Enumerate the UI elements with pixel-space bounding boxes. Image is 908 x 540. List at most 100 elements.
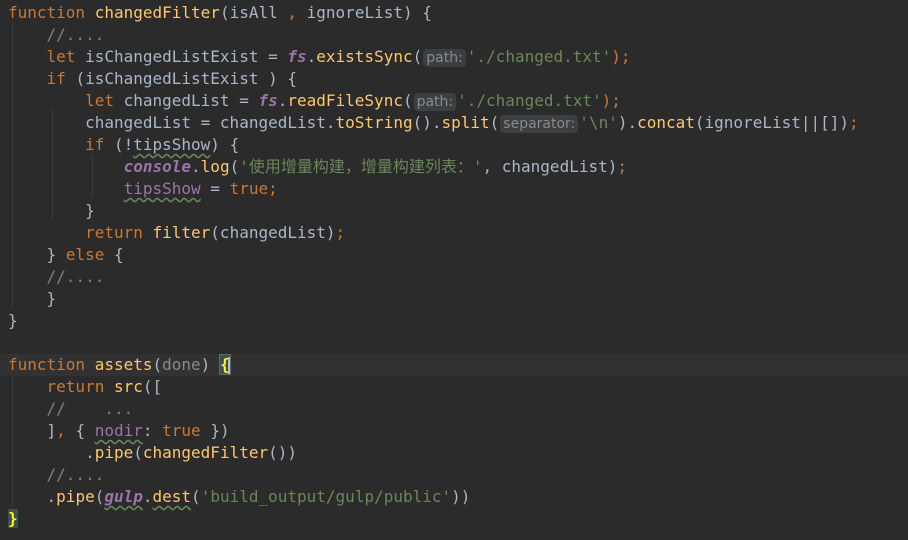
code-token: ); xyxy=(601,91,621,110)
code-line[interactable]: .pipe(changedFilter()) xyxy=(0,442,908,464)
code-token: . xyxy=(8,487,57,506)
code-line[interactable]: let changedList = fs.readFileSync(path: '… xyxy=(0,90,908,112)
code-token: ( xyxy=(229,157,240,176)
code-line[interactable]: tipsShow = true; xyxy=(0,178,908,200)
code-line[interactable]: //.... xyxy=(0,24,908,46)
code-line[interactable]: if (isChangedListExist ) { xyxy=(0,68,908,90)
code-line[interactable]: // ... xyxy=(0,398,908,420)
code-token: return xyxy=(85,223,153,242)
code-line[interactable]: //.... xyxy=(0,266,908,288)
code-token: ()) xyxy=(268,443,298,462)
code-token: log xyxy=(200,157,230,176)
code-line[interactable]: function assets(done) { xyxy=(0,354,908,376)
code-token: tipsShow xyxy=(133,135,211,154)
code-token: changedList = changedList. xyxy=(85,113,336,132)
code-line[interactable]: } xyxy=(0,508,908,530)
code-token: filter xyxy=(152,223,211,242)
code-token: ( xyxy=(133,443,143,462)
code-token: gulp xyxy=(104,487,143,506)
code-token: ( xyxy=(412,47,423,66)
code-token: fs xyxy=(258,91,278,110)
code-token: ([ xyxy=(142,377,163,396)
code-line[interactable]: changedList = changedList.toString().spl… xyxy=(0,112,908,134)
code-line[interactable]: let isChangedListExist = fs.existsSync(p… xyxy=(0,46,908,68)
code-token: . xyxy=(277,91,288,110)
code-token: (changedList) xyxy=(210,223,336,242)
code-line[interactable]: //.... xyxy=(0,464,908,486)
code-token: ] xyxy=(8,421,57,440)
code-token: }) xyxy=(200,421,230,440)
code-token: toString xyxy=(335,113,413,132)
code-token: let xyxy=(46,47,86,66)
code-token: tipsShow xyxy=(123,179,201,198)
code-line[interactable]: } xyxy=(0,200,908,222)
code-token: split xyxy=(441,113,490,132)
code-token: ; xyxy=(617,157,627,176)
code-line[interactable]: function changedFilter(isAll , ignoreLis… xyxy=(0,2,908,24)
code-token: './changed.txt' xyxy=(466,47,612,66)
parameter-hint: path: xyxy=(423,49,466,67)
code-token: (). xyxy=(412,113,442,132)
code-token: 'build_output/gulp/public' xyxy=(200,487,452,506)
code-line[interactable]: return src([ xyxy=(0,376,908,398)
code-token: //.... xyxy=(46,25,105,44)
code-token: if xyxy=(85,135,114,154)
code-token: (! xyxy=(113,135,134,154)
code-token: existsSync xyxy=(316,47,413,66)
code-token: if xyxy=(46,69,76,88)
code-token: // ... xyxy=(46,399,134,418)
code-token: //.... xyxy=(46,465,105,484)
code-editor[interactable]: function changedFilter(isAll , ignoreLis… xyxy=(0,0,908,540)
code-token: ( xyxy=(94,487,105,506)
code-token: . xyxy=(191,157,201,176)
code-token: assets xyxy=(94,355,153,374)
code-token: { xyxy=(65,421,95,440)
code-token: done xyxy=(162,355,201,374)
code-line[interactable]: .pipe(gulp.dest('build_output/gulp/publi… xyxy=(0,486,908,508)
code-token: ) xyxy=(200,355,220,374)
code-token: ) { xyxy=(210,135,240,154)
code-token: } xyxy=(8,201,95,220)
code-line[interactable]: return filter(changedList); xyxy=(0,222,908,244)
code-line[interactable]: if (!tipsShow) { xyxy=(0,134,908,156)
code-token: changedFilter xyxy=(94,3,220,22)
code-line[interactable]: console.log('使用增量构建，增量构建列表：', changedLis… xyxy=(0,156,908,178)
code-token: ignoreList) { xyxy=(297,3,432,22)
code-token: ; xyxy=(849,113,859,132)
code-token: true xyxy=(229,179,269,198)
code-token: readFileSync xyxy=(287,91,403,110)
code-line[interactable]: ], { nodir: true }) xyxy=(0,420,908,442)
code-token: . xyxy=(306,47,317,66)
code-token: '\n' xyxy=(579,113,618,132)
code-token: nodir xyxy=(94,421,143,440)
code-token: pipe xyxy=(56,487,95,506)
code-token: //.... xyxy=(46,267,105,286)
code-line[interactable] xyxy=(0,332,908,354)
code-line[interactable]: } else { xyxy=(0,244,908,266)
code-token: fs xyxy=(287,47,307,66)
text-caret xyxy=(227,356,230,375)
code-token: pipe xyxy=(94,443,134,462)
code-token: '使用增量构建，增量构建列表：' xyxy=(239,157,483,176)
code-line[interactable]: } xyxy=(0,310,908,332)
code-token: ( xyxy=(489,113,500,132)
code-token: './changed.txt' xyxy=(457,91,602,110)
code-token: , changedList) xyxy=(482,157,618,176)
code-token: changedFilter xyxy=(142,443,269,462)
code-token: } xyxy=(8,509,18,528)
code-token: ; xyxy=(268,179,278,198)
code-line[interactable]: } xyxy=(0,288,908,310)
code-token: let xyxy=(85,91,124,110)
code-token: (isAll xyxy=(219,3,288,22)
code-token: . xyxy=(8,443,95,462)
